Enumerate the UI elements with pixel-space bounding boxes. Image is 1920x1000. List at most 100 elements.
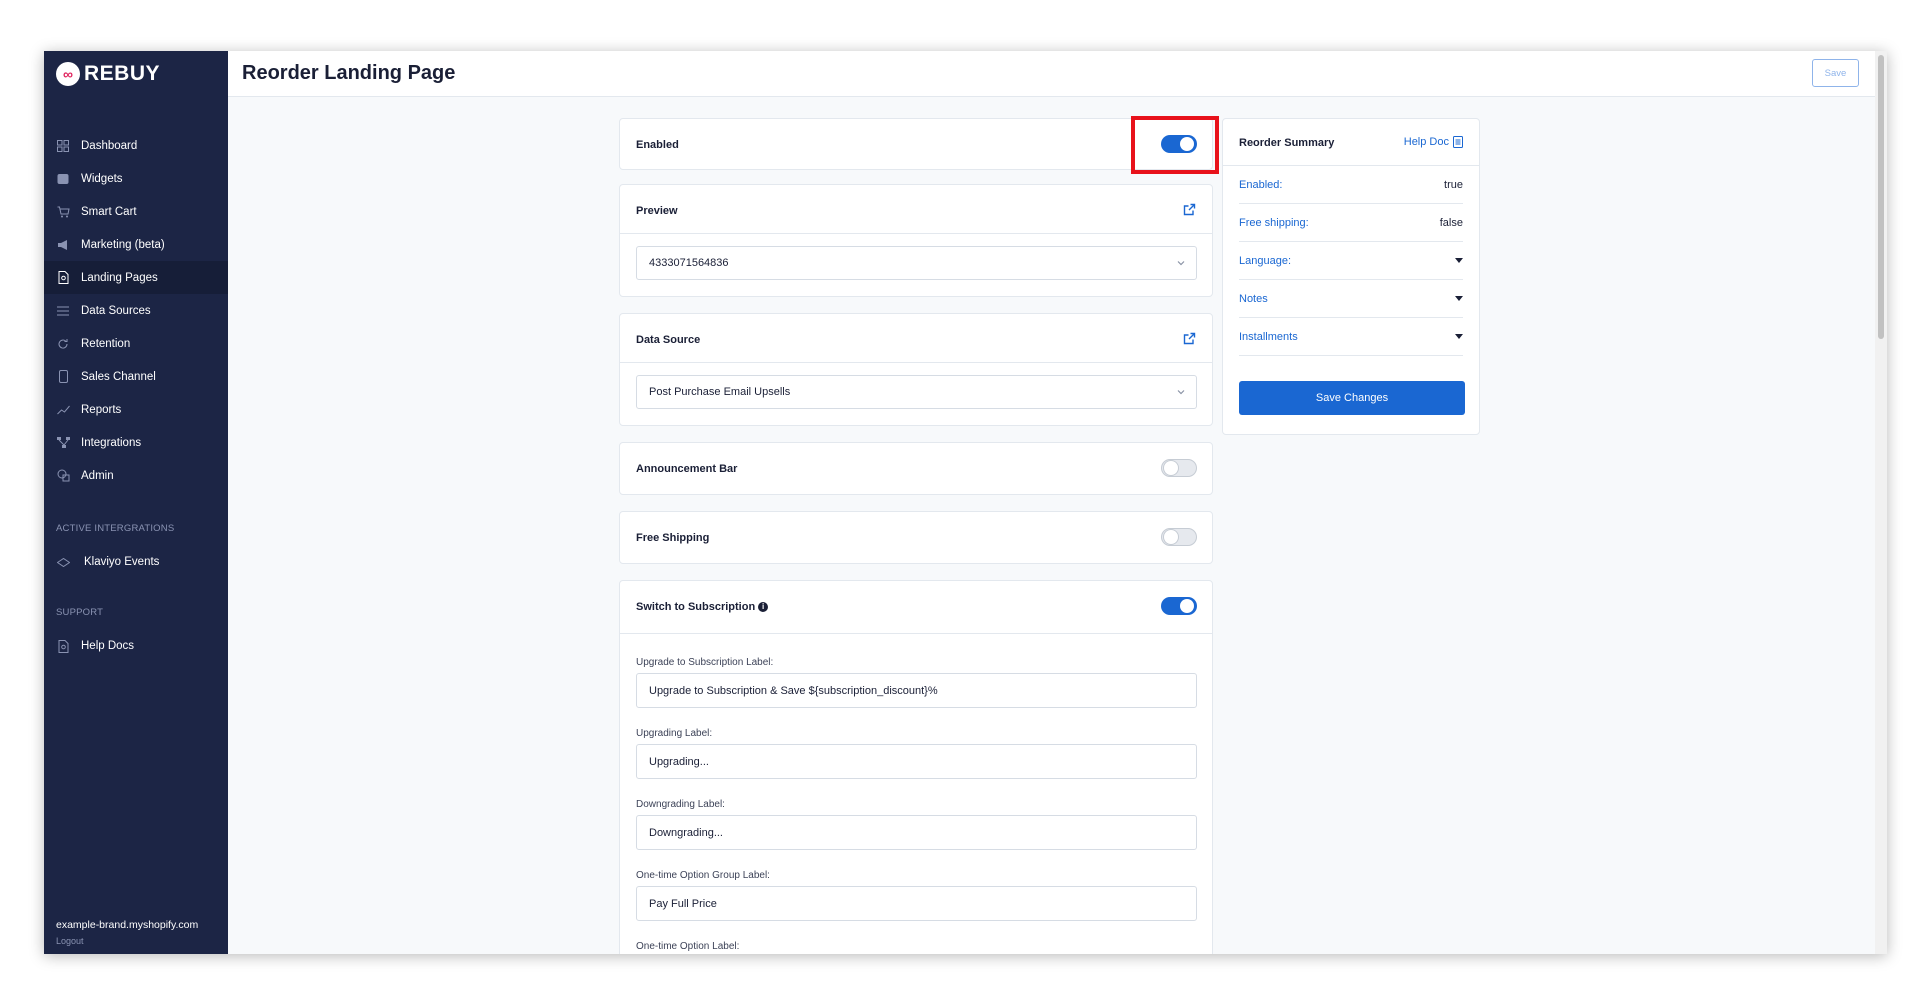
- network-icon: [56, 436, 70, 450]
- account-footer: example-brand.myshopify.com Logout: [56, 919, 198, 946]
- brand-logo[interactable]: ∞ REBUY: [56, 61, 160, 87]
- summary-row-enabled: Enabled: true: [1239, 166, 1463, 204]
- sidebar-item-admin[interactable]: Admin: [44, 459, 228, 492]
- sidebar-item-marketing[interactable]: Marketing (beta): [44, 228, 228, 261]
- announcement-bar-card: Announcement Bar: [619, 442, 1213, 495]
- scrollbar-thumb[interactable]: [1878, 55, 1884, 339]
- sidebar-item-label: Retention: [81, 337, 131, 350]
- support-heading: SUPPORT: [56, 607, 104, 618]
- upgrade-label-input[interactable]: Upgrade to Subscription & Save ${subscri…: [636, 673, 1197, 708]
- logout-link[interactable]: Logout: [56, 936, 198, 946]
- preview-label: Preview: [636, 205, 678, 217]
- sidebar-item-integrations[interactable]: Integrations: [44, 426, 228, 459]
- sidebar-nav: Dashboard Widgets Smart Cart Marketing (…: [44, 129, 228, 492]
- save-button[interactable]: Save: [1812, 59, 1859, 87]
- sidebar-item-dashboard[interactable]: Dashboard: [44, 129, 228, 162]
- downgrading-label-caption: Downgrading Label:: [636, 799, 725, 810]
- free-shipping-toggle[interactable]: [1161, 528, 1197, 546]
- summary-key: Installments: [1239, 330, 1298, 343]
- sidebar: ∞ REBUY Dashboard Widgets Smart Cart Mar…: [44, 51, 228, 954]
- klaviyo-icon: [56, 555, 70, 569]
- sidebar-item-label: Klaviyo Events: [84, 556, 160, 568]
- caret-down-icon: [1455, 296, 1463, 301]
- sidebar-item-widgets[interactable]: Widgets: [44, 162, 228, 195]
- summary-row-installments[interactable]: Installments: [1239, 318, 1463, 356]
- chevron-down-icon: [1176, 258, 1186, 268]
- page-icon: [56, 271, 70, 285]
- sidebar-item-label: Integrations: [81, 436, 142, 449]
- reorder-summary-panel: Reorder Summary Help Doc Enabled: true F…: [1222, 118, 1480, 435]
- caret-down-icon: [1455, 258, 1463, 263]
- infinity-icon: ∞: [56, 62, 80, 86]
- free-shipping-label: Free Shipping: [636, 532, 710, 544]
- external-link-icon[interactable]: [1183, 332, 1197, 346]
- sidebar-item-klaviyo[interactable]: Klaviyo Events: [44, 547, 228, 577]
- brand-name: REBUY: [84, 62, 161, 85]
- sidebar-item-label: Admin: [81, 469, 114, 482]
- sidebar-item-smart-cart[interactable]: Smart Cart: [44, 195, 228, 228]
- help-doc-label: Help Doc: [1403, 136, 1449, 148]
- active-integrations-heading: ACTIVE INTERGRATIONS: [56, 523, 175, 534]
- summary-key: Free shipping:: [1239, 216, 1309, 229]
- summary-key: Language:: [1239, 254, 1291, 267]
- preview-select[interactable]: 4333071564836: [636, 246, 1197, 280]
- sidebar-item-landing-pages[interactable]: Landing Pages: [44, 261, 228, 294]
- chevron-down-icon: [1176, 387, 1186, 397]
- summary-key: Notes: [1239, 292, 1268, 305]
- sidebar-item-data-sources[interactable]: Data Sources: [44, 294, 228, 327]
- sidebar-item-label: Sales Channel: [81, 370, 156, 383]
- sidebar-item-help-docs[interactable]: Help Docs: [44, 631, 228, 661]
- summary-value: false: [1439, 216, 1463, 229]
- card-divider: [620, 362, 1212, 363]
- downgrading-label-input[interactable]: Downgrading...: [636, 815, 1197, 850]
- sidebar-item-label: Landing Pages: [81, 271, 158, 284]
- upgrading-label-input[interactable]: Upgrading...: [636, 744, 1197, 779]
- page-title: Reorder Landing Page: [242, 62, 456, 84]
- summary-row-language[interactable]: Language:: [1239, 242, 1463, 280]
- summary-key: Enabled:: [1239, 178, 1283, 191]
- widgets-icon: [56, 172, 70, 186]
- data-source-select[interactable]: Post Purchase Email Upsells: [636, 375, 1197, 409]
- list-icon: [56, 304, 70, 318]
- summary-row-notes[interactable]: Notes: [1239, 280, 1463, 318]
- save-changes-button[interactable]: Save Changes: [1239, 381, 1465, 415]
- sidebar-item-label: Marketing (beta): [81, 238, 165, 251]
- upgrade-label-caption: Upgrade to Subscription Label:: [636, 657, 774, 668]
- one-time-group-label-input[interactable]: Pay Full Price: [636, 886, 1197, 921]
- chart-line-icon: [56, 403, 70, 417]
- one-time-group-label-caption: One-time Option Group Label:: [636, 870, 770, 881]
- toggle-knob: [1164, 461, 1178, 475]
- grid-icon: [56, 139, 70, 153]
- upgrading-label-caption: Upgrading Label:: [636, 728, 713, 739]
- app-window: ∞ REBUY Dashboard Widgets Smart Cart Mar…: [44, 51, 1887, 954]
- data-source-select-value: Post Purchase Email Upsells: [649, 386, 791, 398]
- sidebar-item-label: Help Docs: [81, 640, 135, 652]
- sidebar-item-sales-channel[interactable]: Sales Channel: [44, 360, 228, 393]
- sidebar-item-label: Widgets: [81, 172, 123, 185]
- summary-title: Reorder Summary: [1239, 137, 1335, 149]
- page-scrollbar[interactable]: [1875, 51, 1887, 954]
- sidebar-item-reports[interactable]: Reports: [44, 393, 228, 426]
- summary-value: true: [1444, 178, 1463, 191]
- phone-icon: [56, 370, 70, 384]
- switch-subscription-label: Switch to Subscription: [636, 601, 756, 613]
- sidebar-item-label: Dashboard: [81, 139, 138, 152]
- switch-subscription-toggle[interactable]: [1161, 597, 1197, 615]
- help-doc-link[interactable]: Help Doc: [1404, 136, 1463, 148]
- info-icon[interactable]: i: [758, 602, 769, 612]
- external-link-icon[interactable]: [1183, 203, 1197, 217]
- highlight-box: [1131, 116, 1219, 174]
- enabled-card: Enabled: [619, 118, 1213, 170]
- data-source-label: Data Source: [636, 334, 701, 346]
- shapes-icon: [56, 469, 70, 483]
- sidebar-item-label: Smart Cart: [81, 205, 137, 218]
- card-divider: [620, 633, 1212, 634]
- announcement-bar-toggle[interactable]: [1161, 459, 1197, 477]
- switch-subscription-title: Switch to Subscription i: [636, 601, 769, 613]
- top-header: Reorder Landing Page Save: [228, 51, 1887, 97]
- caret-down-icon: [1455, 334, 1463, 339]
- sidebar-item-label: Data Sources: [81, 304, 151, 317]
- free-shipping-card: Free Shipping: [619, 511, 1213, 564]
- sidebar-item-retention[interactable]: Retention: [44, 327, 228, 360]
- toggle-knob: [1164, 530, 1178, 544]
